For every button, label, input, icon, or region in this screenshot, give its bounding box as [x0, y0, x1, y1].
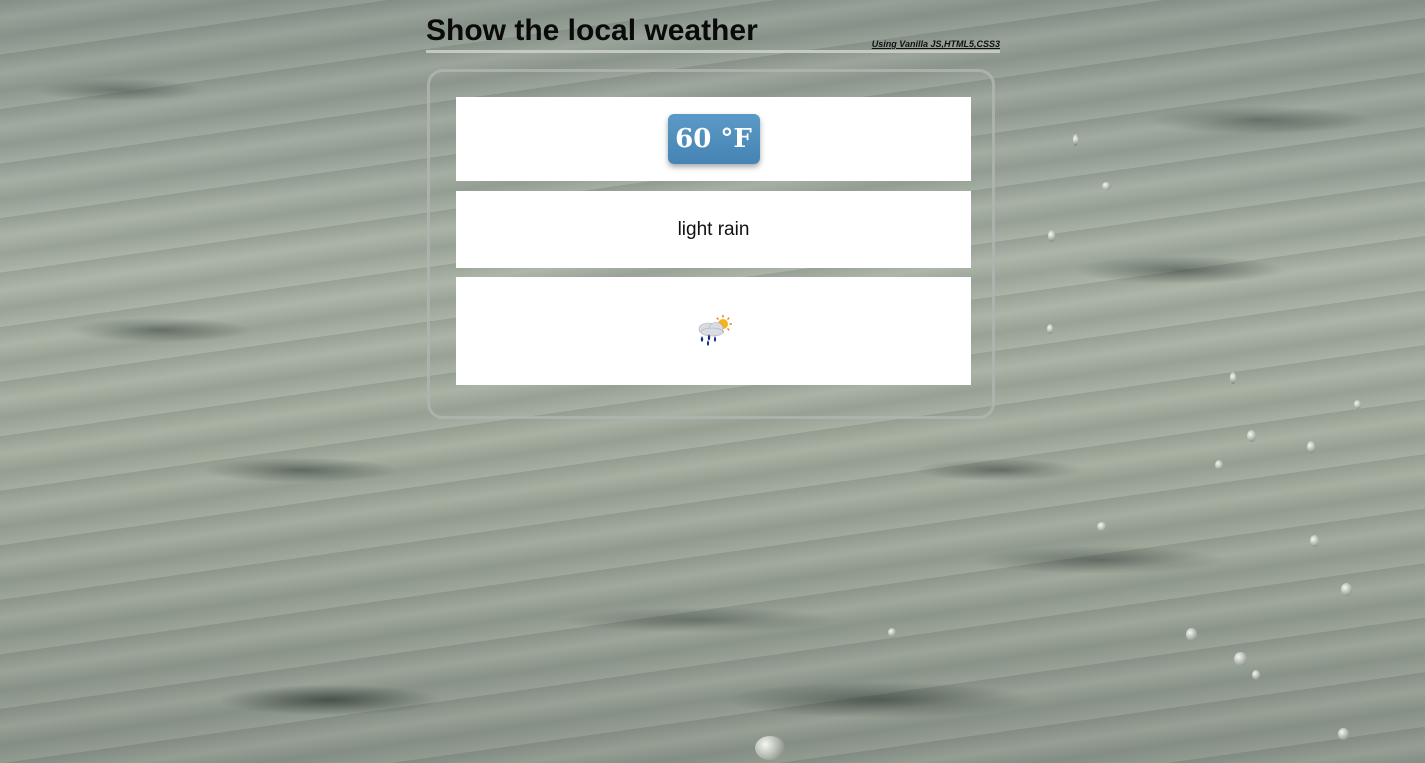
weather-card: 60 °F light rain	[427, 69, 995, 419]
raindrop	[1234, 652, 1247, 666]
temperature-toggle-button[interactable]: 60 °F	[667, 114, 760, 164]
raindrop	[755, 736, 785, 760]
raindrop	[1310, 535, 1319, 547]
page-title: Show the local weather	[426, 14, 758, 47]
raindrop	[1354, 400, 1361, 409]
page-header: Show the local weather Using Vanilla JS,…	[426, 14, 1000, 53]
temperature-panel: 60 °F	[456, 97, 971, 181]
raindrop	[1338, 728, 1349, 740]
raindrop	[1097, 522, 1107, 531]
raindrop	[1073, 134, 1078, 146]
raindrop	[888, 628, 896, 637]
weather-app: Show the local weather Using Vanilla JS,…	[426, 14, 1000, 419]
raindrop	[1047, 324, 1053, 334]
raindrop	[1252, 670, 1260, 680]
raindrop	[1247, 430, 1256, 442]
raindrop	[1215, 460, 1223, 470]
raindrop	[1307, 441, 1315, 453]
light-rain-sun-icon	[698, 315, 732, 346]
raindrop	[1102, 182, 1111, 190]
tech-subtitle: Using Vanilla JS,HTML5,CSS3	[871, 39, 1000, 49]
description-panel: light rain	[456, 191, 971, 268]
raindrop	[1230, 372, 1236, 384]
weather-description: light rain	[677, 218, 750, 240]
raindrop	[1341, 583, 1352, 596]
raindrop	[1186, 628, 1197, 641]
raindrop	[1048, 230, 1055, 242]
icon-panel	[456, 277, 971, 385]
